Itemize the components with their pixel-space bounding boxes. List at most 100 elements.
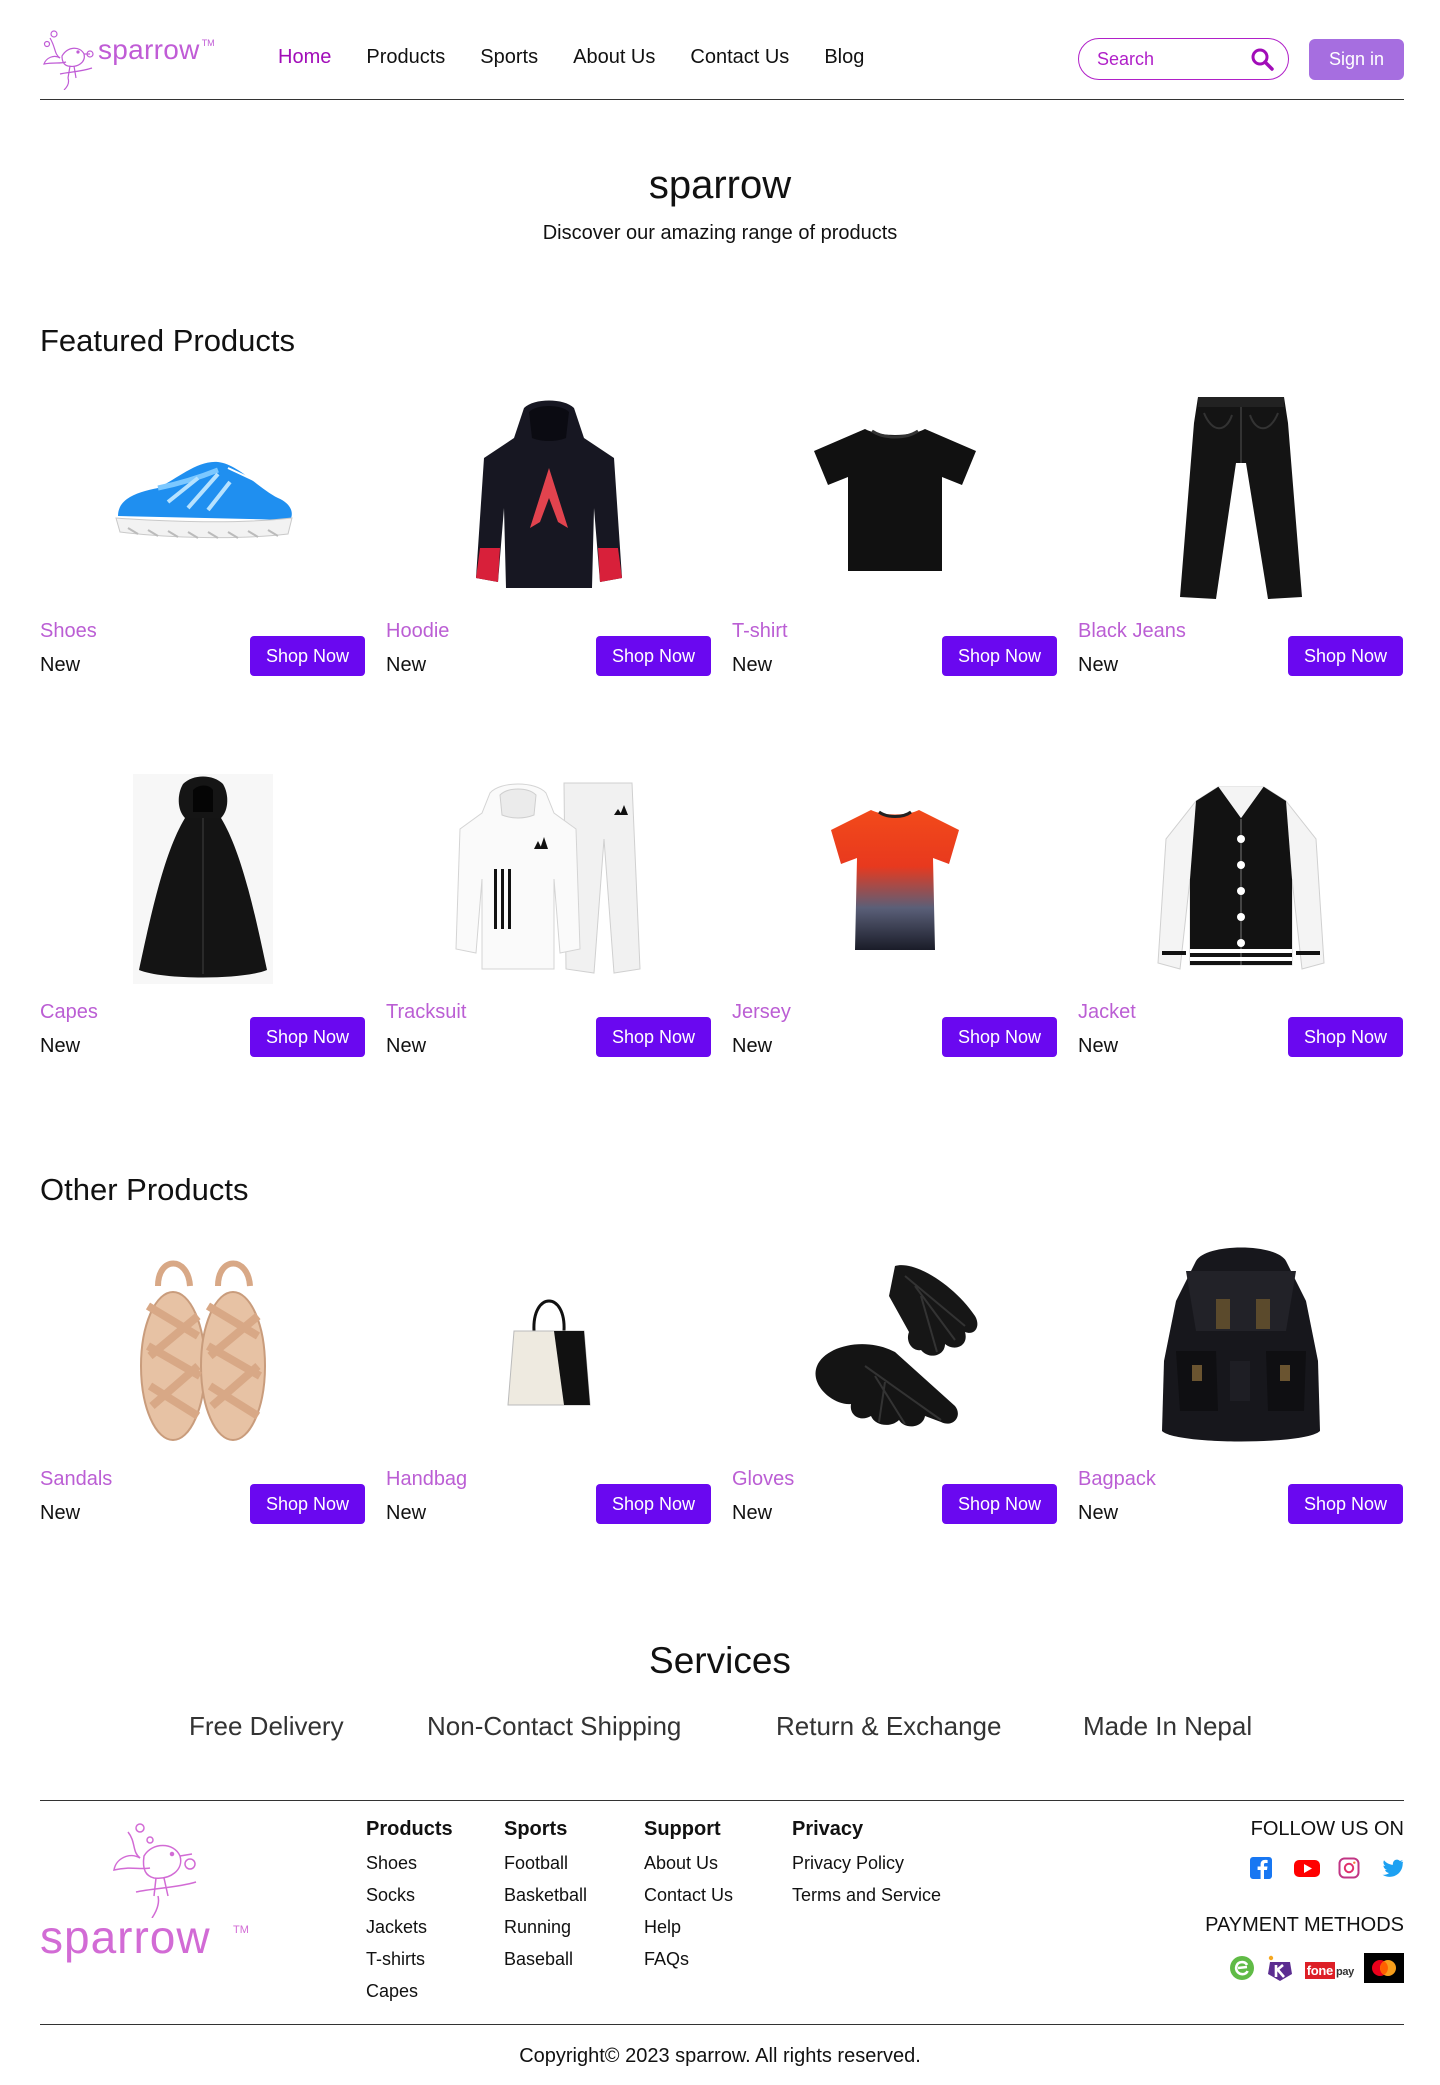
instagram-icon[interactable] [1338, 1857, 1360, 1879]
other-products-title: Other Products [40, 1172, 249, 1207]
shoe-image[interactable] [40, 378, 365, 618]
product-card: Shoes New Shop Now [40, 378, 365, 688]
product-name[interactable]: Bagpack [1078, 1468, 1156, 1491]
footer-link[interactable]: Terms and Service [792, 1885, 941, 1905]
product-card: Jersey New Shop Now [732, 759, 1057, 1069]
jersey-image[interactable] [732, 759, 1057, 999]
product-name[interactable]: Capes [40, 1001, 98, 1024]
product-name[interactable]: Black Jeans [1078, 620, 1186, 643]
gloves-image[interactable] [732, 1226, 1057, 1466]
product-card: Jacket New Shop Now [1078, 759, 1403, 1069]
nav-about-us[interactable]: About Us [573, 46, 655, 69]
shop-now-button[interactable]: Shop Now [1288, 636, 1403, 676]
fonepay-suffix: pay [1335, 1966, 1354, 1978]
footer-column-title: Sports [504, 1818, 568, 1840]
brand-logo[interactable]: sparrow TM [40, 28, 215, 90]
featured-products-title: Featured Products [40, 323, 296, 358]
footer-products-column: Products Shoes Socks Jackets T-shirts Ca… [366, 1818, 453, 2013]
youtube-icon[interactable] [1294, 1857, 1320, 1879]
footer-link[interactable]: T-shirts [366, 1949, 453, 1969]
nav-sports[interactable]: Sports [480, 46, 538, 69]
hero-title: sparrow [648, 163, 792, 207]
footer-link[interactable]: Help [644, 1917, 733, 1937]
product-tag: New [1078, 1035, 1119, 1057]
product-tag: New [732, 1035, 773, 1057]
product-name[interactable]: Shoes [40, 620, 97, 643]
nav-products[interactable]: Products [366, 46, 445, 69]
product-name[interactable]: Gloves [732, 1468, 794, 1491]
footer-link[interactable]: Contact Us [644, 1885, 733, 1905]
shop-now-button[interactable]: Shop Now [1288, 1484, 1403, 1524]
footer-link[interactable]: Capes [366, 1981, 453, 2001]
shop-now-button[interactable]: Shop Now [596, 1017, 711, 1057]
footer-link[interactable]: Jackets [366, 1917, 453, 1937]
jacket-image[interactable] [1078, 759, 1403, 999]
tracksuit-image[interactable] [386, 759, 711, 999]
payment-methods-title: PAYMENT METHODS [1205, 1914, 1404, 1936]
footer-link[interactable]: Privacy Policy [792, 1853, 941, 1873]
payment-methods: fone pay [1219, 1953, 1404, 1988]
footer-link[interactable]: Baseball [504, 1949, 587, 1969]
trademark: TM [201, 38, 215, 48]
footer-column-title: Products [366, 1818, 453, 1840]
service-item: Free Delivery [189, 1711, 344, 1741]
product-card: T-shirt New Shop Now [732, 378, 1057, 688]
footer-link[interactable]: Socks [366, 1885, 453, 1905]
product-tag: New [40, 654, 81, 676]
product-tag: New [40, 1502, 81, 1524]
footer-link[interactable]: Basketball [504, 1885, 587, 1905]
footer-support-column: Support About Us Contact Us Help FAQs [644, 1818, 733, 1981]
shop-now-button[interactable]: Shop Now [250, 1017, 365, 1057]
product-name[interactable]: Jersey [732, 1001, 791, 1024]
product-card: Tracksuit New Shop Now [386, 759, 711, 1069]
shop-now-button[interactable]: Shop Now [596, 636, 711, 676]
shop-now-button[interactable]: Shop Now [942, 1484, 1057, 1524]
shop-now-button[interactable]: Shop Now [1288, 1017, 1403, 1057]
cape-image[interactable] [40, 759, 365, 999]
product-name[interactable]: Hoodie [386, 620, 449, 643]
service-item: Non-Contact Shipping [427, 1711, 682, 1741]
product-name[interactable]: Tracksuit [386, 1001, 466, 1024]
shop-now-button[interactable]: Shop Now [942, 1017, 1057, 1057]
nav-blog[interactable]: Blog [824, 46, 864, 69]
twitter-icon[interactable] [1382, 1857, 1404, 1879]
sandals-image[interactable] [40, 1226, 365, 1466]
footer-sports-column: Sports Football Basketball Running Baseb… [504, 1818, 587, 1981]
product-name[interactable]: Sandals [40, 1468, 112, 1491]
footer-link[interactable]: Running [504, 1917, 587, 1937]
product-tag: New [386, 1502, 427, 1524]
search-icon[interactable] [1250, 47, 1274, 71]
footer-link[interactable]: FAQs [644, 1949, 733, 1969]
shop-now-button[interactable]: Shop Now [250, 636, 365, 676]
mastercard-icon [1364, 1953, 1404, 1988]
product-tag: New [40, 1035, 81, 1057]
shop-now-button[interactable]: Shop Now [250, 1484, 365, 1524]
product-name[interactable]: T-shirt [732, 620, 788, 643]
sign-in-button[interactable]: Sign in [1309, 39, 1404, 80]
footer-link[interactable]: Football [504, 1853, 587, 1873]
nav-home[interactable]: Home [278, 46, 331, 69]
product-card: Capes New Shop Now [40, 759, 365, 1069]
backpack-image[interactable] [1078, 1226, 1403, 1466]
tshirt-image[interactable] [732, 378, 1057, 618]
product-name[interactable]: Handbag [386, 1468, 467, 1491]
nav-contact-us[interactable]: Contact Us [690, 46, 789, 69]
jeans-image[interactable] [1078, 378, 1403, 618]
footer-privacy-column: Privacy Privacy Policy Terms and Service [792, 1818, 941, 1917]
footer-logo-icon[interactable] [40, 1822, 200, 1923]
footer-link[interactable]: About Us [644, 1853, 733, 1873]
product-name[interactable]: Jacket [1078, 1001, 1136, 1024]
site-header: sparrow TM Home Products Sports About Us… [40, 0, 1404, 100]
search-input[interactable] [1097, 49, 1247, 70]
facebook-icon[interactable] [1250, 1857, 1272, 1879]
footer-column-title: Privacy [792, 1818, 864, 1840]
product-tag: New [386, 1035, 427, 1057]
product-tag: New [732, 654, 773, 676]
shop-now-button[interactable]: Shop Now [942, 636, 1057, 676]
hoodie-image[interactable] [386, 378, 711, 618]
follow-us-title: FOLLOW US ON [1250, 1818, 1404, 1840]
footer-trademark: TM [233, 1924, 249, 1936]
shop-now-button[interactable]: Shop Now [596, 1484, 711, 1524]
handbag-image[interactable] [386, 1226, 711, 1466]
footer-link[interactable]: Shoes [366, 1853, 453, 1873]
